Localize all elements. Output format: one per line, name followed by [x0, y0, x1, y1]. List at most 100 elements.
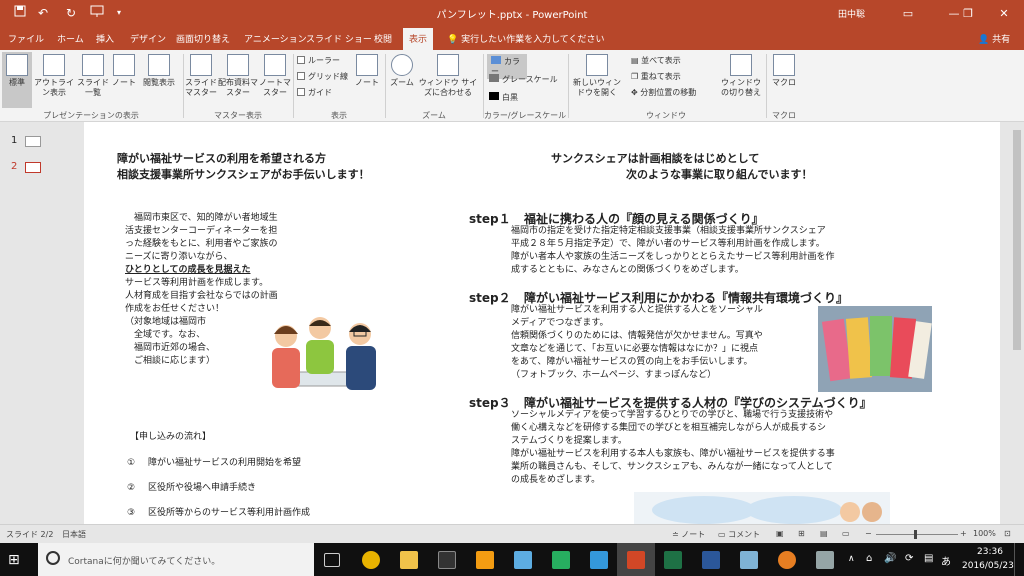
step3-line: 障がい福祉サービスを利用する本人も家族も、障がい福祉サービスを提供する事 [511, 449, 835, 459]
notes-button[interactable]: ノート [352, 54, 382, 88]
macros-button[interactable]: マクロ [770, 54, 798, 88]
ribbon-view: 標準 アウトライン表示 スライド一覧 ノート 閲覧表示 プレゼンテーションの表示… [0, 50, 1024, 122]
zoom-out-icon[interactable]: − [865, 529, 872, 538]
tray-volume-icon[interactable]: 🔊 [884, 553, 896, 564]
app-icon[interactable] [740, 551, 758, 569]
right-title-line2: 次のような事業に取り組んでいます！ [626, 168, 813, 181]
divider [483, 54, 484, 118]
left-title-line2: 相談支援事業所サンクスシェアがお手伝いします！ [117, 168, 370, 181]
normal-view-button[interactable]: 標準 [2, 52, 32, 108]
app-icon[interactable] [590, 551, 608, 569]
new-window-button[interactable]: 新しいウィンドウを開く [570, 54, 624, 98]
notes-master-button[interactable]: ノートマスター [258, 54, 292, 98]
guides-checkbox[interactable]: ガイド [297, 88, 332, 98]
app-icon[interactable] [552, 551, 570, 569]
slide-sorter-button[interactable]: スライド一覧 [76, 54, 110, 98]
move-split-button[interactable]: ✥ 分割位置の移動 [631, 88, 696, 98]
scroll-thumb[interactable] [1013, 130, 1021, 350]
reading-view-icon[interactable]: ▤ [820, 529, 828, 538]
tray-network-icon[interactable]: ⌂ [866, 553, 872, 564]
task-view-icon[interactable] [324, 553, 340, 567]
gridlines-checkbox[interactable]: グリッド線 [297, 72, 348, 82]
zoom-in-icon[interactable]: + [960, 529, 967, 538]
app-icon[interactable] [476, 551, 494, 569]
clock-date[interactable]: 2016/05/23 [962, 561, 1014, 571]
ribbon-options-icon[interactable]: ▭ [885, 0, 931, 27]
step3-line: ステムづくりを提案します。 [511, 436, 627, 446]
label: スライド一覧 [77, 78, 109, 97]
label: 標準 [9, 78, 25, 87]
share-button[interactable]: 👤 共有 [978, 32, 1010, 45]
tab-animations[interactable]: アニメーション [244, 32, 307, 45]
slide-sorter-icon[interactable]: ⊞ [798, 529, 805, 538]
zoom-slider-thumb[interactable] [914, 530, 917, 539]
show-desktop-button[interactable] [1014, 543, 1020, 576]
left-title-line1: 障がい福祉サービスの利用を希望される方 [117, 152, 326, 165]
clock-time[interactable]: 23:36 [970, 547, 1010, 557]
chrome-icon[interactable] [362, 551, 380, 569]
file-explorer-icon[interactable] [400, 551, 418, 569]
app-icon[interactable] [778, 551, 796, 569]
app-icon[interactable] [514, 551, 532, 569]
tab-home[interactable]: ホーム [57, 32, 84, 45]
slide-number: 1 [11, 135, 18, 146]
ruler-checkbox[interactable]: ルーラー [297, 56, 340, 66]
cascade-button[interactable]: ❐ 重ねて表示 [631, 72, 681, 82]
grayscale-button[interactable]: グレースケール [489, 74, 558, 85]
zoom-button[interactable]: ズーム [388, 54, 416, 88]
notes-toggle[interactable]: ≐ ノート [672, 529, 705, 540]
fit-slide-icon[interactable]: ⊡ [1004, 529, 1011, 538]
slide-canvas[interactable]: 障がい福祉サービスの利用を希望される方 相談支援事業所サンクスシェアがお手伝いし… [84, 122, 1000, 524]
powerpoint-icon [627, 551, 645, 569]
windows-start-icon[interactable]: ⊞ [8, 552, 20, 568]
word-icon[interactable] [702, 551, 720, 569]
group-label-window: ウィンドウ [646, 111, 686, 120]
excel-icon[interactable] [664, 551, 682, 569]
tab-design[interactable]: デザイン [130, 32, 166, 45]
app-icon[interactable] [816, 551, 834, 569]
handout-master-button[interactable]: 配布資料マスター [218, 54, 258, 98]
vertical-scrollbar[interactable] [1010, 122, 1024, 524]
slide-thumbnail-2[interactable] [25, 162, 41, 173]
powerpoint-taskbar-button[interactable] [617, 543, 655, 576]
flow-step: 区役所や役場へ申請手続き [148, 483, 257, 493]
step2-line: をあて、障がい福祉サービスの質の向上をお手伝いします。 [511, 357, 753, 367]
maximize-icon[interactable]: ❐ [954, 0, 982, 27]
notes-page-button[interactable]: ノート [110, 54, 138, 88]
tray-chevron-icon[interactable]: ∧ [848, 554, 855, 564]
step2-line: （フォトブック、ホームページ、すまっぽんなど） [511, 370, 717, 380]
black-white-button[interactable]: 白黒 [489, 92, 518, 103]
tab-review[interactable]: 校閲 [374, 32, 392, 45]
slideshow-icon[interactable]: ▭ [842, 529, 850, 538]
tray-network-status-icon[interactable]: ▤ [924, 553, 933, 564]
bw-swatch-icon [489, 92, 499, 100]
slide-thumbnail-1[interactable] [25, 136, 41, 147]
tab-transitions[interactable]: 画面切り替え [176, 32, 230, 45]
zoom-slider[interactable] [876, 534, 958, 535]
tab-insert[interactable]: 挿入 [96, 32, 114, 45]
flow-number: ③ [127, 508, 136, 518]
store-icon[interactable] [438, 551, 456, 569]
cortana-search-box[interactable]: Cortanaに何か聞いてみてください。 [38, 543, 314, 576]
tab-view[interactable]: 表示 [403, 28, 434, 50]
outline-view-button[interactable]: アウトライン表示 [34, 54, 74, 98]
comments-toggle[interactable]: ▭ コメント [718, 529, 760, 540]
fit-to-window-button[interactable]: ウィンドウ サイズに合わせる [416, 54, 480, 98]
label: ノート [112, 78, 136, 87]
language[interactable]: 日本語 [62, 529, 86, 540]
ime-indicator[interactable]: あ [941, 553, 951, 568]
switch-windows-button[interactable]: ウィンドウの切り替え [718, 54, 764, 98]
new-window-icon [586, 54, 608, 76]
arrange-all-button[interactable]: ▤ 並べて表示 [631, 56, 681, 66]
close-icon[interactable]: ✕ [984, 0, 1024, 27]
tab-slideshow[interactable]: スライド ショー [306, 32, 372, 45]
slide-master-button[interactable]: スライドマスター [184, 54, 218, 98]
left-body-line: った経験をもとに、利用者やご家族の [125, 239, 278, 249]
user-name[interactable]: 田中聡 [838, 7, 865, 20]
tab-file[interactable]: ファイル [8, 32, 44, 45]
tray-sync-icon[interactable]: ⟳ [905, 553, 913, 564]
normal-view-icon[interactable]: ▣ [776, 529, 784, 538]
tell-me-input[interactable]: 💡 実行したい作業を入力してください [447, 32, 605, 45]
zoom-level[interactable]: 100% [973, 529, 996, 538]
reading-view-button[interactable]: 閲覧表示 [138, 54, 180, 88]
